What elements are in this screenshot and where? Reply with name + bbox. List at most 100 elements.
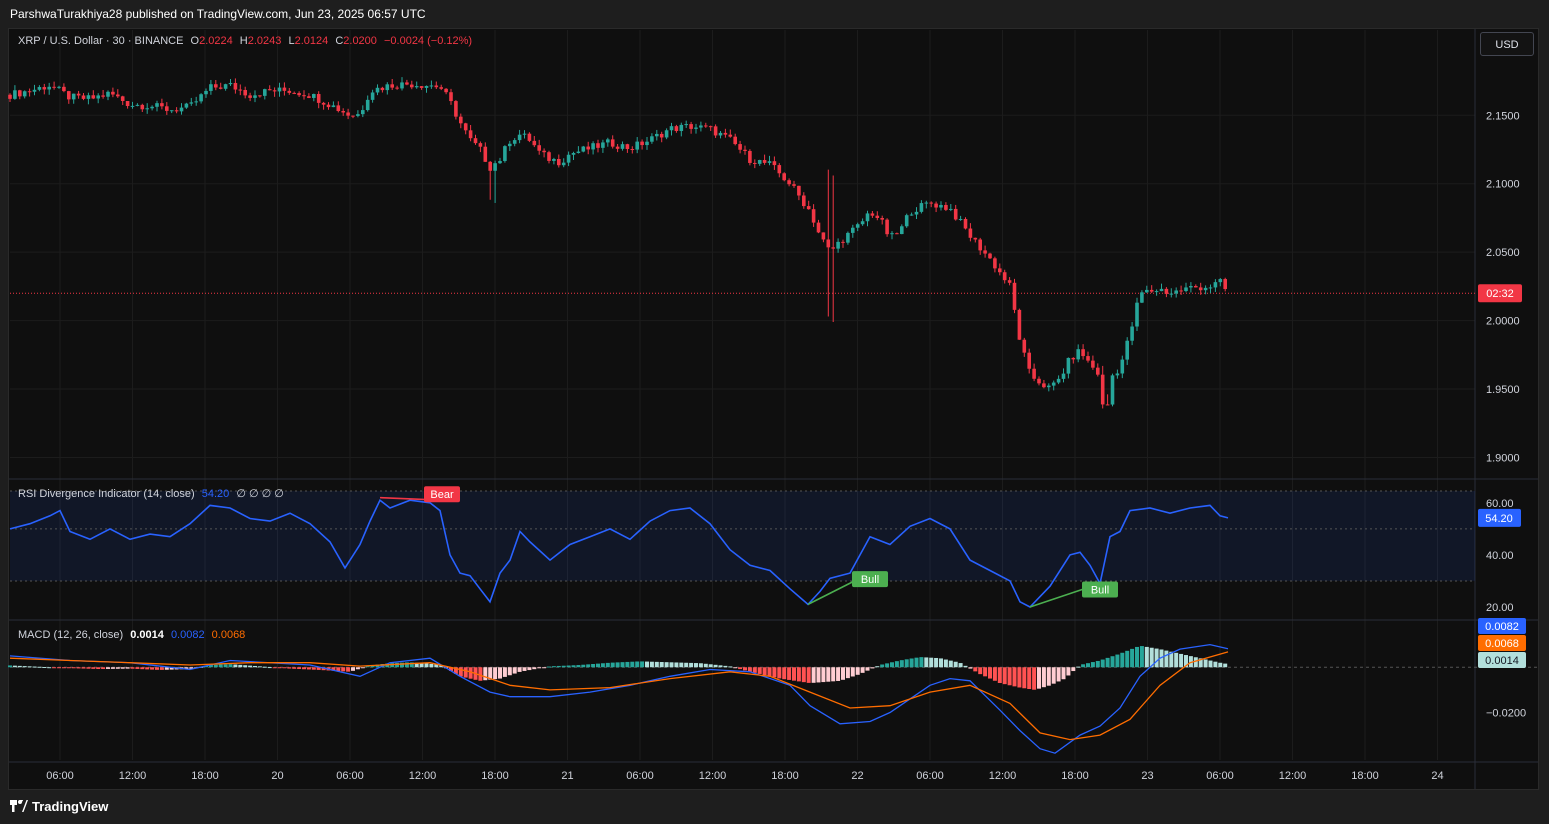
candle-body	[253, 95, 257, 98]
macd-hist-bar	[213, 664, 218, 668]
candle	[13, 85, 17, 100]
macd-hist-bar	[870, 667, 875, 669]
candle-body	[272, 90, 277, 92]
macd-hist-bar	[1130, 648, 1135, 668]
price-tick-2: 2.0500	[1486, 247, 1520, 259]
candle	[895, 232, 899, 235]
candle-body	[71, 93, 76, 100]
macd-hist-bar	[478, 667, 483, 681]
time-tick-9: 12:00	[699, 770, 727, 782]
macd-hist-bar	[1076, 666, 1081, 668]
candle	[424, 85, 429, 93]
candle-body	[924, 202, 929, 204]
macd-hist-bar	[826, 667, 831, 682]
macd-hist-bar	[243, 665, 248, 668]
chart-svg[interactable]: Bear Bull Bull 2.1500 2.1000 2.0500 2.0000 1.9…	[0, 0, 1549, 824]
symbol-title[interactable]: XRP / U.S. Dollar · 30 · BINANCE	[18, 35, 183, 47]
candle	[900, 224, 904, 235]
macd-hist-bar	[150, 667, 155, 670]
candle-body	[860, 221, 865, 225]
candle-body	[1081, 349, 1085, 357]
candle-body	[1174, 290, 1178, 294]
candle-body	[831, 247, 835, 249]
candle	[983, 245, 987, 258]
candle	[1002, 269, 1007, 284]
candle	[174, 107, 179, 114]
candle-body	[238, 89, 243, 91]
candle	[209, 79, 213, 95]
candle-body	[351, 115, 355, 117]
macd-hist-bar	[1037, 667, 1041, 689]
candle	[184, 102, 189, 109]
candle-body	[1213, 282, 1218, 288]
candle	[650, 133, 654, 144]
rsi-title[interactable]: RSI Divergence Indicator (14, close)	[18, 488, 195, 500]
candle	[414, 81, 419, 89]
macd-hist-bar	[37, 666, 42, 668]
macd-hist-bar	[968, 667, 973, 669]
candle	[375, 84, 380, 96]
candle	[155, 100, 159, 112]
candle-body	[895, 233, 899, 235]
macd-hist-bar	[282, 667, 287, 669]
time-tick-18: 18:00	[1351, 770, 1379, 782]
macd-hist-bar	[1174, 652, 1179, 668]
candle	[625, 143, 630, 153]
macd-hist-bar	[311, 667, 316, 670]
candle-body	[655, 133, 659, 137]
candle	[165, 102, 169, 115]
macd-hist-bar	[635, 661, 640, 668]
macd-hist-bar	[615, 662, 620, 668]
macd-hist-bar	[110, 667, 115, 669]
candle-body	[561, 162, 566, 166]
candle-body	[169, 110, 174, 112]
macd-signal-value: 0.0068	[211, 629, 246, 641]
candle	[307, 93, 311, 99]
macd-title[interactable]: MACD (12, 26, close)	[18, 629, 123, 641]
candle	[841, 239, 845, 248]
macd-hist-bar	[218, 664, 223, 668]
candle-body	[767, 161, 772, 163]
candle	[723, 128, 728, 138]
macd-hist-bar	[1144, 646, 1149, 668]
candle-body	[1189, 286, 1193, 288]
candle	[880, 215, 884, 225]
candle	[321, 101, 326, 110]
candle	[405, 79, 409, 86]
candle	[111, 87, 115, 98]
macd-hist-bar	[743, 667, 747, 671]
candle	[370, 89, 375, 103]
candle	[140, 103, 145, 113]
macd-hist-bar	[1056, 667, 1061, 682]
macd-hist-bar	[140, 667, 145, 670]
candle-body	[821, 232, 826, 240]
candle-body	[606, 139, 610, 143]
macd-hist-bar	[728, 666, 733, 668]
candle-body	[713, 126, 718, 136]
candle	[757, 159, 762, 166]
low-value: L2.0124	[288, 35, 329, 47]
candle	[993, 256, 997, 273]
candle-body	[86, 95, 91, 99]
candle	[189, 97, 194, 106]
macd-hist-bar	[458, 667, 463, 677]
candle	[1037, 376, 1041, 386]
close-value: C2.0200	[335, 35, 377, 47]
candle-body	[753, 162, 757, 164]
candle	[855, 222, 860, 232]
macd-hist-bar	[787, 667, 792, 680]
rsi-value-label: 54.20	[1485, 513, 1513, 525]
candle	[1096, 363, 1100, 377]
candle	[1145, 285, 1149, 293]
candle	[439, 84, 443, 91]
candle-body	[517, 134, 522, 141]
candle	[106, 90, 110, 101]
candle-body	[537, 145, 541, 151]
macd-hist-bar	[703, 663, 708, 668]
currency-button[interactable]: USD	[1480, 32, 1534, 56]
candle-body	[816, 222, 821, 233]
tradingview-logo[interactable]: TradingView	[10, 799, 108, 814]
macd-hist-bar	[257, 666, 262, 668]
candle	[96, 93, 100, 104]
candle	[870, 210, 875, 218]
